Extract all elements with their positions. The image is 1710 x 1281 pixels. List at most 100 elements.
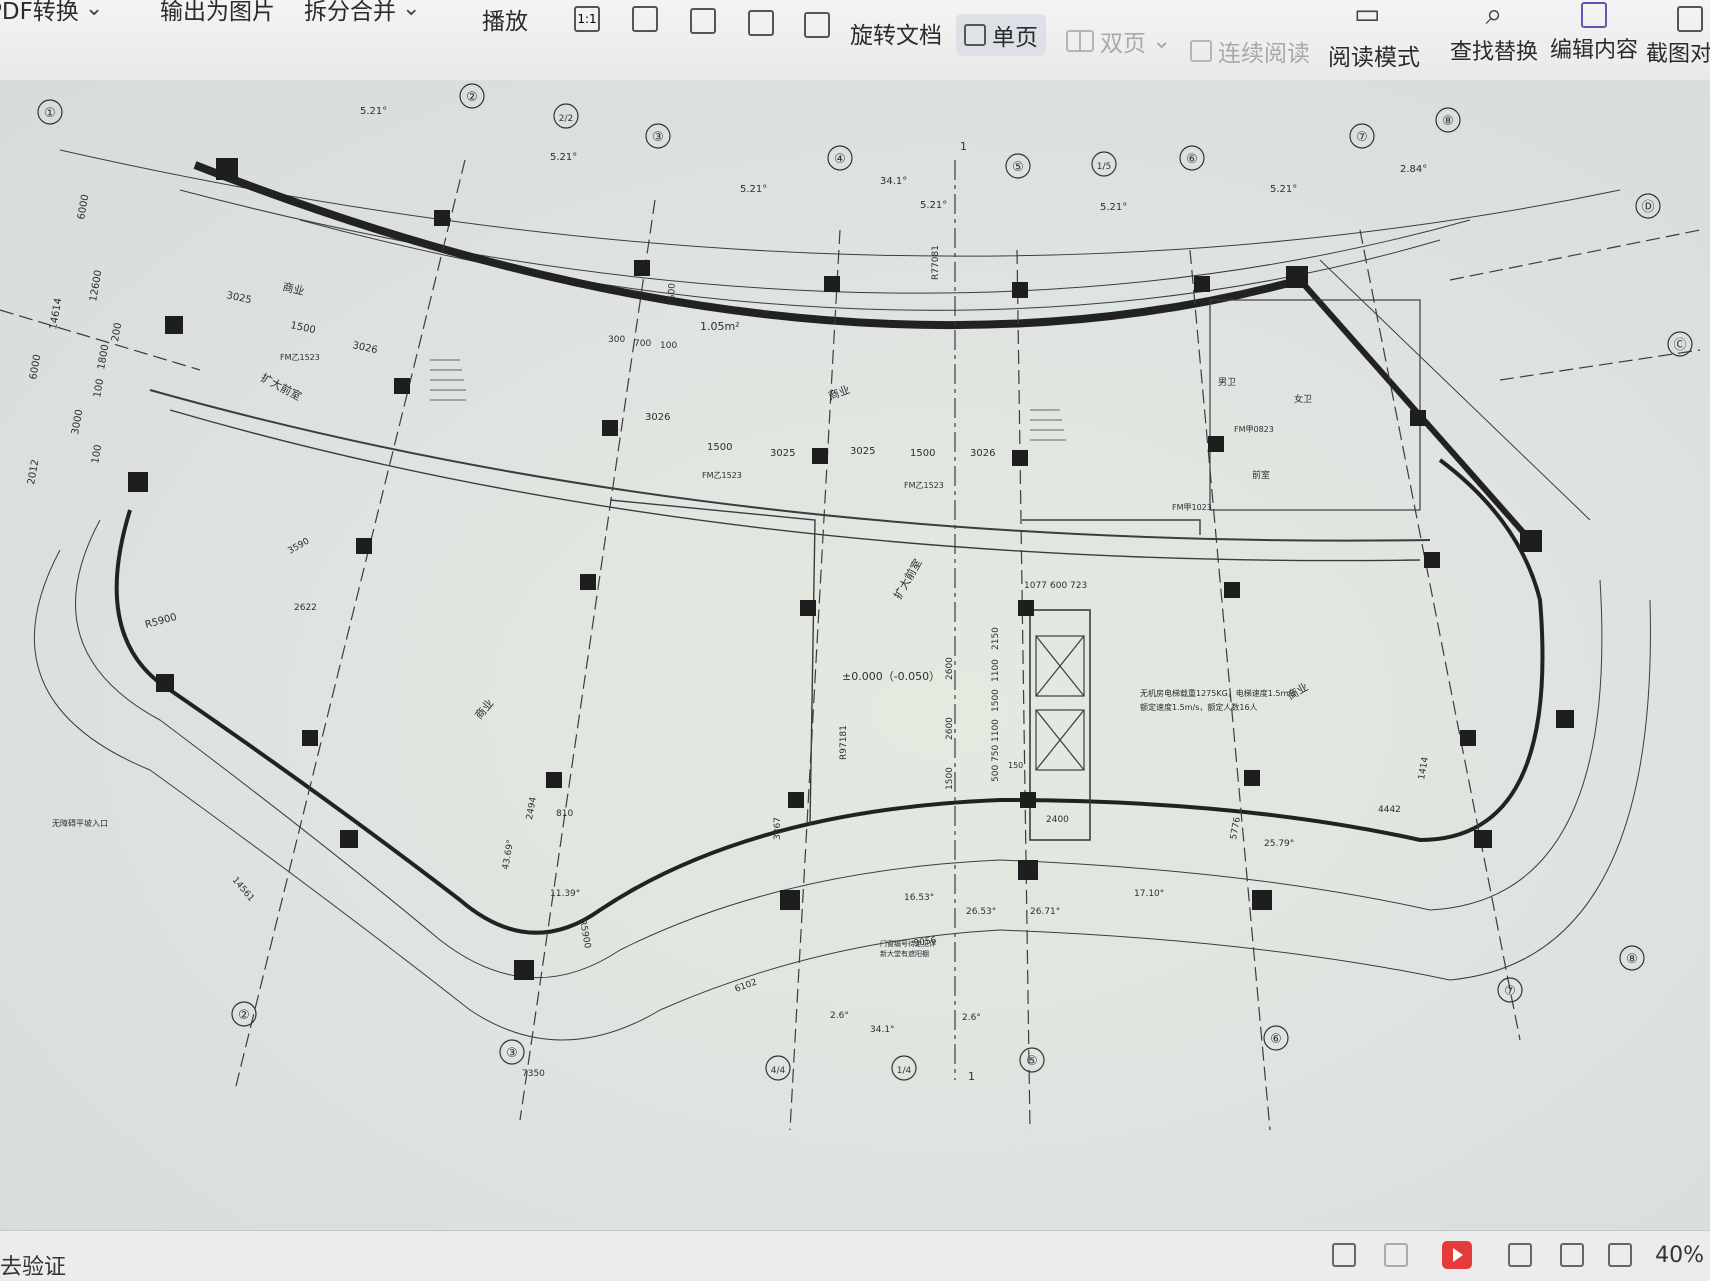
axis-label: ⑤ [1012,160,1024,175]
axis-label: ⑦ [1504,984,1516,999]
double-page-icon [1066,30,1094,52]
screenshot-compare-button[interactable]: 截图对比 [1646,6,1710,68]
play-button[interactable]: 播放 [482,2,528,36]
dim-label: 3000 [70,409,85,436]
pdf-convert-button[interactable]: PDF转换 ⌄ [0,0,103,26]
dim-label: 1500 [289,320,316,336]
fit-page-icon[interactable] [632,6,658,32]
angle-label: 5.21° [360,106,387,117]
room-label: 男卫 [1218,377,1236,388]
single-page-label: 单页 [992,25,1038,51]
play-icon[interactable] [1442,1241,1472,1269]
dim-label: 12600 [88,269,104,302]
door-label: FM乙1523 [702,471,742,480]
find-replace-button[interactable]: ⌕ 查找替换 [1450,0,1538,66]
radius-label: R5900 [144,612,178,631]
verify-link[interactable]: 去验证 [0,1249,66,1281]
dim-label: 2.6° [830,1011,849,1021]
double-page-button[interactable]: 双页 ⌄ [1066,24,1171,58]
export-image-button[interactable]: 输出为图片 [160,0,275,26]
read-view-icon[interactable] [1508,1243,1532,1267]
room-label: 扩大前室 [259,370,304,403]
crop-icon[interactable] [1608,1243,1632,1267]
room-label: 商业 [472,696,497,722]
elevation-label: ±0.000（-0.050） [842,670,940,683]
axis-label: ⑥ [1186,152,1198,167]
dim-label: 600 [1050,581,1067,591]
south-wall [114,458,1545,935]
door-label: FM乙1523 [280,353,320,362]
dim-label: 6000 [28,354,43,381]
door-label: FM乙1523 [904,481,944,490]
rotate-doc-label: 旋转文档 [850,23,942,49]
dim-label: 6000 [76,194,91,221]
room-label: 前室 [1252,469,1270,481]
document-view[interactable]: ① ② 2/2 ③ ④ ⑤ 1/5 ⑥ ⑦ ⑧ Ⓓ Ⓒ ② ③ 4/4 1/4 … [0,80,1710,1230]
axis-label: ③ [506,1046,518,1061]
vent-area-label: 1.05m² [700,320,740,333]
axis-label: ⑧ [1626,952,1638,967]
door-label: FM甲0823 [1234,425,1274,434]
dim-label: 43.69° [501,839,516,871]
angle-label: 5.21° [1270,184,1297,195]
dim-label: 500 [991,765,1001,782]
columns [128,158,1574,980]
screenshot-icon [1677,6,1703,32]
dim-label: 2622 [294,603,317,613]
dim-label: 1500 [667,283,678,307]
floor-plan-drawing: ① ② 2/2 ③ ④ ⑤ 1/5 ⑥ ⑦ ⑧ Ⓓ Ⓒ ② ③ 4/4 1/4 … [0,83,1701,1131]
outer-arc [33,549,1651,1041]
pdf-convert-label: PDF转换 [0,0,79,25]
single-page-button[interactable]: 单页 [956,14,1046,56]
axis-label: ⑧ [1442,114,1454,129]
actual-size-icon[interactable]: 1:1 [574,6,600,32]
rotate-doc-button[interactable]: 旋转文档 [850,16,942,50]
dim-label: 14614 [48,297,64,330]
dim-label: 26.71° [1030,907,1060,917]
axis-label: ② [466,90,478,105]
fit-width-icon[interactable] [690,8,716,34]
double-page-label: 双页 [1100,31,1146,57]
angle-label: 5.21° [740,184,767,195]
toilet-block [1209,299,1421,511]
axis-label: ① [44,106,56,121]
dim-label: 2600 [945,657,955,680]
rotate-right-icon[interactable] [804,12,830,38]
dim-label: 1500 [707,442,732,453]
dim-label: 1500 [991,689,1001,712]
edit-content-button[interactable]: 编辑内容 [1550,2,1638,64]
dim-label: 2400 [1046,815,1069,825]
section-mark: 1 [960,140,967,153]
double-view-icon[interactable] [1384,1243,1408,1267]
dim-label: 100 [90,444,104,465]
read-mode-button[interactable]: 阅读模式 [1328,38,1420,72]
book-icon: ▭ [1354,0,1381,30]
split-merge-button[interactable]: 拆分合并 ⌄ [304,0,420,26]
axis-label: Ⓓ [1641,200,1654,215]
continuous-read-button[interactable]: 连续阅读 [1190,34,1310,68]
axis-line-3 [519,199,656,1121]
ribbon-toolbar: PDF转换 ⌄ 输出为图片 拆分合并 ⌄ 播放 1:1 旋转文档 单页 双页 ⌄… [0,0,1710,81]
fit-window-icon[interactable] [1560,1243,1584,1267]
axis-line-7 [1359,229,1521,1041]
dim-label: 150 [1008,761,1023,770]
angle-label: 5.21° [920,200,947,211]
axis-label: 1/5 [1097,162,1111,172]
axis-label: Ⓒ [1673,338,1686,353]
dim-label: 25.79° [1264,839,1294,849]
stair-right [1030,409,1066,441]
door-note: 新大堂有遮阳棚 [880,949,929,958]
dim-label: 7350 [522,1069,545,1079]
status-bar: 去验证 40% [0,1230,1710,1281]
dim-label: 1500 [910,448,935,459]
door-note: 门窗编号待定见详 [880,939,936,948]
page-view-icon[interactable] [1332,1243,1356,1267]
rotate-left-icon[interactable] [748,10,774,36]
zoom-level[interactable]: 40% [1655,1243,1704,1268]
dim-label: 3867 [773,817,783,840]
export-image-label: 输出为图片 [160,0,275,25]
dim-label: 1077 [1024,581,1047,591]
angle-label: 5.21° [1100,202,1127,213]
dim-label: 100 [92,378,106,399]
angle-label: 5.21° [550,152,577,163]
